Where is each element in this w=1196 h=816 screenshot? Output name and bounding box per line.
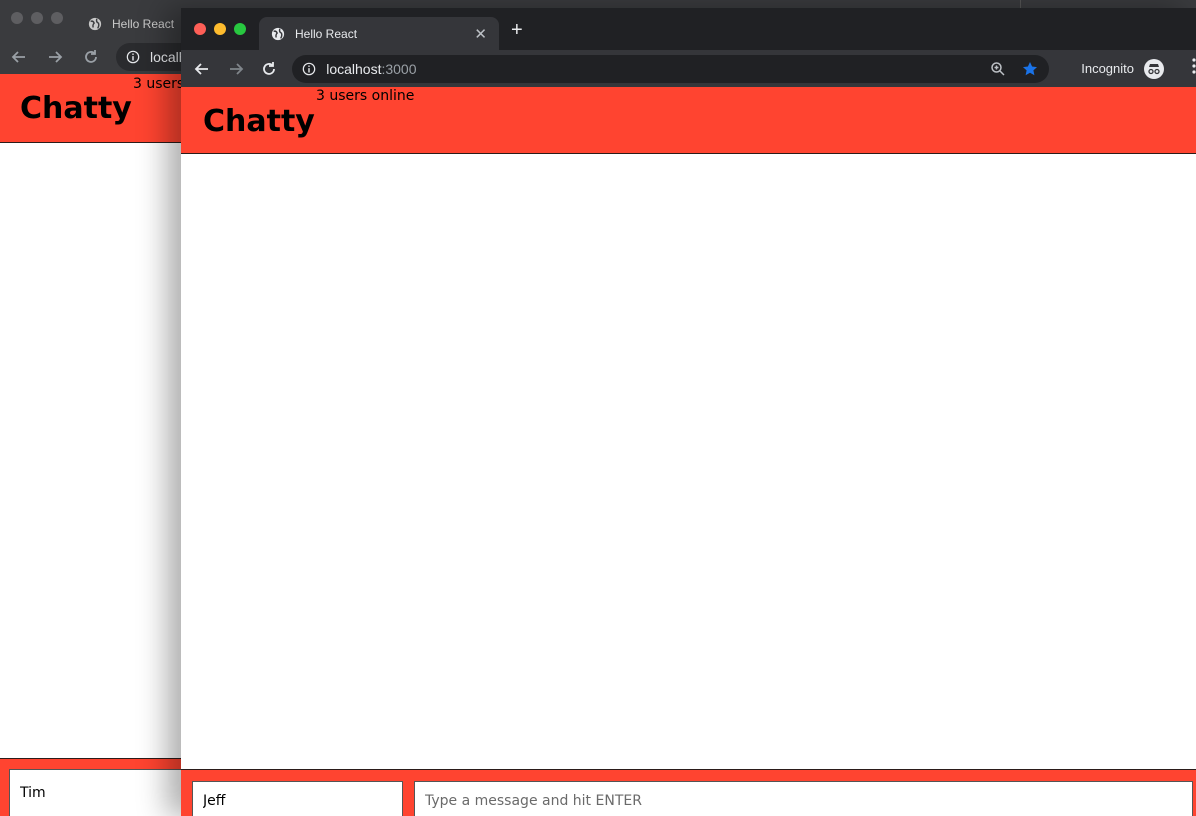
tab-title: Hello React bbox=[295, 26, 358, 41]
minimize-window-button[interactable] bbox=[214, 23, 226, 35]
bookmark-button[interactable] bbox=[1021, 60, 1039, 78]
window-edge-divider bbox=[1020, 0, 1021, 8]
incognito-indicator[interactable]: Incognito bbox=[1081, 58, 1164, 79]
bookmark-star-icon bbox=[1023, 61, 1038, 75]
window-controls bbox=[11, 12, 63, 24]
browser-tab[interactable]: Hello React ✕ bbox=[259, 17, 499, 50]
tab-title: Hello React bbox=[112, 17, 175, 31]
tab-strip: Hello React ✕ + bbox=[181, 8, 1196, 50]
chatty-page: Chatty 3 users online bbox=[181, 87, 1196, 816]
info-icon bbox=[302, 62, 316, 75]
forward-button[interactable] bbox=[225, 58, 247, 80]
back-arrow-icon bbox=[194, 62, 208, 75]
info-icon bbox=[126, 50, 140, 64]
forward-arrow-icon bbox=[229, 62, 243, 75]
kebab-menu-icon[interactable] bbox=[1192, 58, 1196, 79]
reload-button[interactable] bbox=[258, 58, 280, 80]
plus-icon[interactable]: + bbox=[511, 20, 523, 40]
browser-toolbar: localhost:3000 Incognito bbox=[181, 50, 1196, 87]
address-bar[interactable]: localhost:3000 bbox=[292, 54, 1050, 83]
close-window-button[interactable] bbox=[11, 12, 23, 24]
reload-button[interactable] bbox=[80, 46, 102, 68]
zoom-window-button[interactable] bbox=[234, 23, 246, 35]
users-online-count: 3 users online bbox=[316, 88, 415, 104]
reload-icon bbox=[263, 61, 276, 75]
foreground-browser-window: Hello React ✕ + localhost:3000 Incognito bbox=[181, 8, 1196, 816]
app-title: Chatty bbox=[20, 91, 132, 126]
close-icon[interactable]: ✕ bbox=[474, 25, 487, 43]
zoom-icon bbox=[991, 61, 1005, 76]
incognito-label: Incognito bbox=[1081, 61, 1134, 76]
zoom-window-button[interactable] bbox=[51, 12, 63, 24]
forward-button[interactable] bbox=[44, 46, 66, 68]
minimize-window-button[interactable] bbox=[31, 12, 43, 24]
globe-icon bbox=[271, 27, 285, 40]
browser-tab[interactable]: Hello React bbox=[80, 8, 180, 40]
window-controls bbox=[194, 23, 246, 35]
back-button[interactable] bbox=[8, 46, 30, 68]
reload-icon bbox=[85, 50, 97, 63]
app-title: Chatty bbox=[203, 104, 315, 139]
chat-bar bbox=[181, 769, 1196, 816]
message-input[interactable] bbox=[414, 781, 1193, 816]
forward-arrow-icon bbox=[49, 51, 63, 63]
close-window-button[interactable] bbox=[194, 23, 206, 35]
url-host: localhost bbox=[326, 60, 382, 77]
incognito-icon bbox=[1144, 58, 1164, 79]
username-input[interactable] bbox=[192, 781, 403, 816]
globe-icon bbox=[88, 17, 102, 31]
url-port: :3000 bbox=[381, 60, 417, 77]
username-input[interactable] bbox=[9, 769, 209, 816]
back-button[interactable] bbox=[191, 58, 213, 80]
back-arrow-icon bbox=[11, 51, 25, 63]
zoom-button[interactable] bbox=[989, 60, 1007, 78]
chatty-navbar: Chatty 3 users online bbox=[181, 87, 1196, 154]
